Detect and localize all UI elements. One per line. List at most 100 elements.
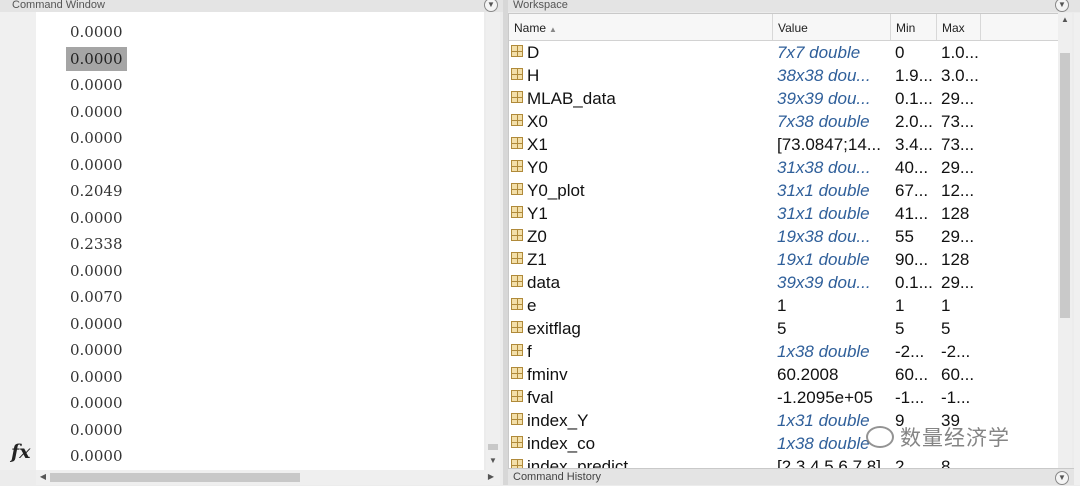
variable-min: 55	[895, 227, 914, 246]
workspace-variable-row[interactable]: X1 [73.0847;14... 3.4... 73...	[509, 133, 1058, 156]
workspace-table: Name ▲ Value Min Max D 7x7 double 0 1.0... H 3…	[508, 13, 1059, 470]
variable-max: 1.0...	[941, 43, 979, 62]
workspace-variable-row[interactable]: exitflag 5 5 5	[509, 317, 1058, 340]
variable-grid-icon	[511, 390, 523, 402]
variable-name: data	[527, 273, 561, 292]
variable-name: f	[527, 342, 532, 361]
variable-name: fval	[527, 388, 554, 407]
variable-grid-icon	[511, 68, 523, 80]
variable-name: index_Y	[527, 411, 589, 430]
output-line: 0.0000	[70, 314, 123, 333]
workspace-variable-row[interactable]: f 1x38 double -2... -2...	[509, 340, 1058, 363]
variable-max: 73...	[941, 112, 975, 131]
variable-grid-icon	[511, 137, 523, 149]
variable-grid-icon	[511, 275, 523, 287]
right-edge-strip	[1074, 13, 1080, 485]
variable-grid-icon	[511, 206, 523, 218]
panel-menu-icon[interactable]: ▼	[1055, 0, 1069, 12]
column-header-min[interactable]: Min	[891, 14, 937, 40]
variable-grid-icon	[511, 298, 523, 310]
workspace-variable-row[interactable]: e 1 1 1	[509, 294, 1058, 317]
variable-grid-icon	[511, 229, 523, 241]
workspace-vertical-scrollbar[interactable]: ▲	[1058, 13, 1072, 468]
variable-value: 39x39 dou...	[777, 273, 871, 292]
variable-min: 0.1...	[895, 273, 933, 292]
variable-grid-icon	[511, 413, 523, 425]
variable-value: 7x38 double	[777, 112, 870, 131]
workspace-variable-row[interactable]: D 7x7 double 0 1.0...	[509, 41, 1058, 64]
variable-max: 128	[941, 250, 970, 269]
watermark-text: 数量经济学	[900, 426, 1010, 450]
variable-name: Z0	[527, 227, 547, 246]
workspace-table-header: Name ▲ Value Min Max	[509, 14, 1058, 41]
panel-menu-icon[interactable]: ▼	[1055, 471, 1069, 485]
variable-grid-icon	[511, 91, 523, 103]
command-window-horizontal-scrollbar[interactable]: ◀ ▶	[36, 470, 500, 485]
variable-min: 1.9...	[895, 66, 933, 85]
workspace-variable-row[interactable]: fval -1.2095e+05 -1... -1...	[509, 386, 1058, 409]
variable-max: 3.0...	[941, 66, 979, 85]
variable-min: 0.1...	[895, 89, 933, 108]
output-line: 0.0000	[70, 102, 123, 121]
variable-min: 5	[895, 319, 905, 338]
variable-value: 39x39 dou...	[777, 89, 871, 108]
workspace-variable-row[interactable]: fminv 60.2008 60... 60...	[509, 363, 1058, 386]
column-header-max[interactable]: Max	[937, 14, 981, 40]
output-line: 0.0000	[70, 76, 123, 94]
column-header-value[interactable]: Value	[773, 14, 891, 40]
command-history-bar[interactable]: Command History ▼	[508, 468, 1074, 485]
command-window-title-text: Command Window	[12, 0, 105, 11]
workspace-variable-row[interactable]: MLAB_data 39x39 dou... 0.1... 29...	[509, 87, 1058, 110]
scroll-thumb[interactable]	[488, 444, 498, 450]
variable-max: 1	[941, 296, 951, 315]
variable-min: 0	[895, 43, 905, 62]
scroll-left-arrow-icon[interactable]: ◀	[36, 472, 50, 481]
variable-grid-icon	[511, 344, 523, 356]
variable-value: 31x1 double	[777, 181, 870, 200]
column-header-name-label: Name	[514, 21, 547, 35]
variable-name: Y0_plot	[527, 181, 585, 200]
output-line: 0.0000	[70, 394, 123, 412]
variable-name: index_co	[527, 434, 596, 453]
scroll-up-arrow-icon[interactable]: ▲	[1058, 15, 1072, 24]
variable-min: 60...	[895, 365, 929, 384]
command-window-vertical-scrollbar[interactable]: ▼	[486, 12, 500, 470]
variable-min: 90...	[895, 250, 929, 269]
variable-min: -2...	[895, 342, 925, 361]
workspace-variable-row[interactable]: Y0 31x38 dou... 40... 29...	[509, 156, 1058, 179]
variable-max: 29...	[941, 158, 975, 177]
variable-min: 2.0...	[895, 112, 933, 131]
scroll-down-arrow-icon[interactable]: ▼	[486, 456, 500, 465]
workspace-variable-row[interactable]: Y1 31x1 double 41... 128	[509, 202, 1058, 225]
variable-grid-icon	[511, 321, 523, 333]
output-line: 0.2338	[70, 235, 123, 253]
output-line: 0.0000	[66, 46, 127, 71]
output-line: 0.0000	[70, 23, 123, 41]
workspace-variable-row[interactable]: X0 7x38 double 2.0... 73...	[509, 110, 1058, 133]
panel-menu-icon[interactable]: ▼	[484, 0, 498, 12]
variable-grid-icon	[511, 183, 523, 195]
variable-max: 128	[941, 204, 970, 223]
fx-icon[interactable]: fx	[11, 441, 31, 463]
variable-value: 7x7 double	[777, 43, 861, 62]
workspace-variable-row[interactable]: data 39x39 dou... 0.1... 29...	[509, 271, 1058, 294]
variable-name: Z1	[527, 250, 547, 269]
variable-name: Y1	[527, 204, 548, 223]
variable-name: D	[527, 43, 540, 62]
variable-max: 60...	[941, 365, 975, 384]
scroll-thumb[interactable]	[50, 473, 300, 482]
workspace-variable-row[interactable]: Y0_plot 31x1 double 67... 12...	[509, 179, 1058, 202]
command-window-gutter	[0, 12, 36, 470]
output-line: 0.0000	[70, 341, 123, 359]
scroll-thumb[interactable]	[1060, 53, 1070, 318]
variable-value: 19x38 dou...	[777, 227, 871, 246]
workspace-variable-row[interactable]: Z0 19x38 dou... 55 29...	[509, 225, 1058, 248]
output-line: 0.0000	[70, 420, 123, 439]
column-header-name[interactable]: Name ▲	[509, 14, 773, 40]
variable-name: e	[527, 296, 537, 315]
workspace-variable-row[interactable]: Z1 19x1 double 90... 128	[509, 248, 1058, 271]
variable-name: MLAB_data	[527, 89, 616, 108]
workspace-variable-row[interactable]: H 38x38 dou... 1.9... 3.0...	[509, 64, 1058, 87]
scroll-right-arrow-icon[interactable]: ▶	[484, 472, 498, 481]
command-window-output[interactable]: 0.0000 0.0000 0.0000 0.0000 0.0000 0.0000 0.20…	[36, 12, 484, 470]
